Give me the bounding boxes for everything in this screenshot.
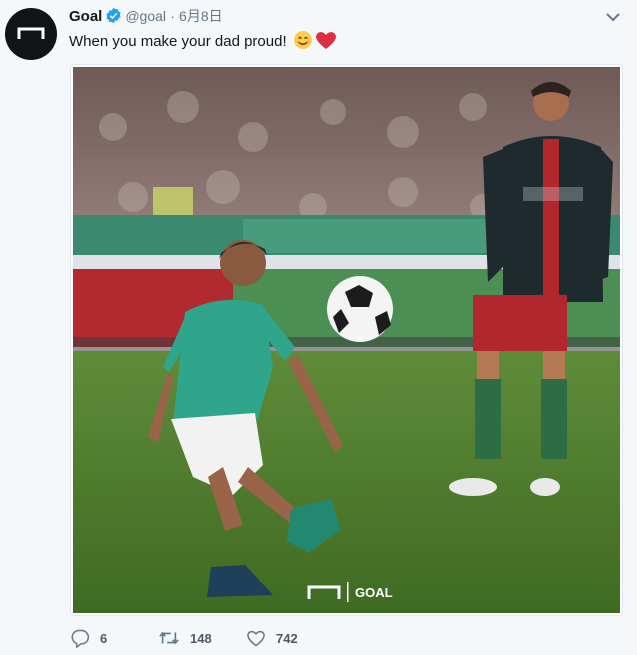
heart-outline-icon (247, 630, 265, 647)
reply-button[interactable]: 6 (70, 628, 158, 648)
reply-count: 6 (100, 630, 108, 646)
like-count: 742 (276, 630, 298, 646)
tweet-date[interactable]: 6月8日 (179, 8, 223, 24)
verified-badge-icon (106, 7, 121, 24)
red-heart-icon (315, 30, 337, 56)
tweet-media[interactable]: GOAL (70, 64, 623, 616)
author-handle[interactable]: @goal (125, 8, 166, 24)
tweet-text-row: When you make your dad proud! (69, 30, 337, 56)
retweet-count: 148 (190, 630, 212, 646)
tweet: Goal @goal · 6月8日 When you make your dad … (0, 0, 637, 655)
tweet-text: When you make your dad proud! (69, 33, 287, 50)
football-ball (327, 276, 393, 342)
smiling-face-icon (293, 30, 313, 56)
author-name[interactable]: Goal (69, 8, 102, 25)
retweet-icon (159, 631, 179, 645)
media-watermark-text: GOAL (355, 585, 393, 600)
like-button[interactable]: 742 (246, 628, 334, 648)
football-photo: GOAL (73, 67, 620, 613)
retweet-button[interactable]: 148 (158, 628, 246, 648)
header-separator: · (170, 8, 175, 24)
reply-icon (71, 629, 90, 648)
media-photo: GOAL (73, 67, 620, 613)
chevron-down-icon[interactable] (605, 10, 621, 28)
goal-logo-icon (17, 27, 45, 39)
tweet-header: Goal @goal · 6月8日 (69, 6, 223, 27)
avatar[interactable] (5, 8, 57, 60)
tweet-actions: 6 148 742 (70, 628, 334, 648)
